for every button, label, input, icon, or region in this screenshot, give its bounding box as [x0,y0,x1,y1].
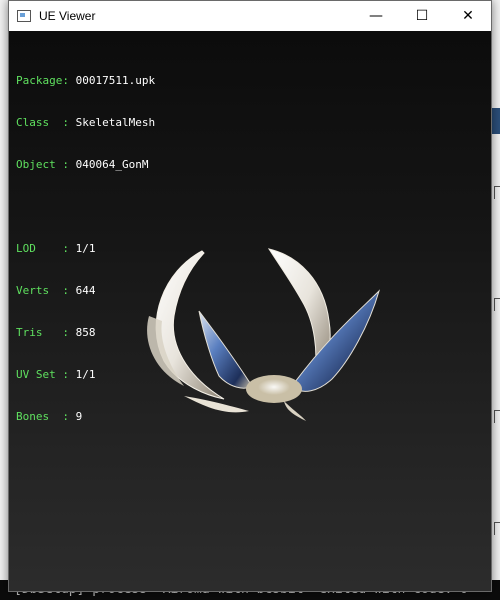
uvset-value: 1/1 [75,368,96,381]
tris-label: Tris : [16,326,76,339]
desktop: [DbSetup] process 'Xiroma with bcsbit' e… [0,0,500,600]
background-bracket [494,298,500,311]
left-crescent-blade [155,250,225,400]
window-title: UE Viewer [39,9,96,23]
object-row: Object : 040064_GonM [16,158,155,172]
lod-label: LOD : [16,242,76,255]
bones-value: 9 [75,410,83,423]
package-row: Package: 00017511.upk [16,74,155,88]
class-row: Class : SkeletalMesh [16,116,155,130]
maximize-button[interactable]: ☐ [399,1,445,31]
background-titlebar-fragment [492,108,500,134]
class-label: Class : [16,116,76,129]
window-controls: — ☐ ✕ [353,1,491,31]
skeletal-mesh-render [147,248,381,421]
minimize-button[interactable]: — [353,1,399,31]
verts-value: 644 [75,284,96,297]
background-bracket [494,186,500,199]
background-bracket [494,410,500,423]
object-value: 040064_GonM [75,158,149,171]
close-button[interactable]: ✕ [445,1,491,31]
object-label: Object : [16,158,76,171]
verts-label: Verts : [16,284,76,297]
lower-left-tail [184,396,249,413]
app-window-icon [17,10,31,22]
bones-label: Bones : [16,410,76,423]
title-bar[interactable]: UE Viewer — ☐ ✕ [9,1,491,31]
ue-viewer-window[interactable]: UE Viewer — ☐ ✕ Package: 00017511.upk Cl… [8,0,492,592]
package-value: 00017511.upk [75,74,156,87]
package-label: Package: [16,74,76,87]
lod-value: 1/1 [75,242,96,255]
class-value: SkeletalMesh [75,116,156,129]
3d-viewport[interactable]: Package: 00017511.upk Class : SkeletalMe… [9,31,491,591]
background-bracket [494,522,500,535]
left-blue-wing [198,310,253,389]
mesh-core-glow [258,379,290,395]
uvset-label: UV Set : [16,368,76,381]
tris-value: 858 [75,326,96,339]
lower-right-tail [284,401,306,421]
